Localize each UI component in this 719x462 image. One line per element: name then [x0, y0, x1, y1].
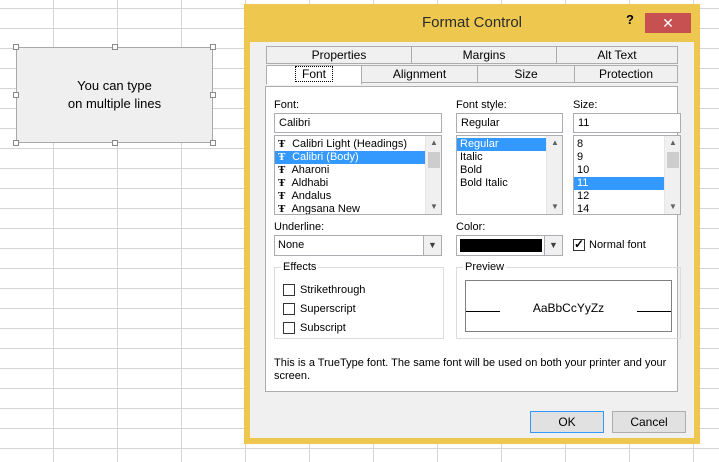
font-name-list[interactable]: Ŧ Calibri Light (Headings) Ŧ Calibri (Bo… [274, 135, 442, 215]
effects-group: Effects Strikethrough Superscript Subscr… [274, 261, 444, 339]
tab-alt-text[interactable]: Alt Text [556, 46, 678, 64]
subscript-checkbox[interactable] [283, 322, 295, 334]
close-icon: ✕ [662, 15, 674, 31]
close-button[interactable]: ✕ [645, 13, 691, 33]
list-item[interactable]: Ŧ Aharoni [275, 164, 441, 177]
preview-sample-text: AaBbCcYyZz [532, 301, 605, 315]
shape-text: You can type on multiple lines [68, 77, 161, 113]
effects-title: Effects [281, 261, 319, 273]
truetype-font-icon: Ŧ [278, 151, 286, 163]
preview-line-right [637, 311, 671, 312]
underline-select[interactable]: None ▼ [274, 235, 442, 256]
scroll-down-icon[interactable]: ▼ [547, 200, 562, 214]
font-label: Font: [274, 99, 300, 111]
help-button[interactable]: ? [622, 12, 638, 28]
list-item[interactable]: Regular [457, 138, 546, 151]
font-description: This is a TrueType font. The same font w… [274, 357, 667, 382]
scroll-down-icon[interactable]: ▼ [665, 200, 680, 214]
truetype-font-icon: Ŧ [278, 203, 286, 215]
list-item[interactable]: Ŧ Angsana New [275, 203, 441, 215]
shape-text-line-1: You can type [77, 78, 152, 93]
superscript-checkbox[interactable] [283, 303, 295, 315]
strikethrough-label: Strikethrough [300, 284, 366, 296]
scroll-up-icon[interactable]: ▲ [547, 136, 562, 150]
resize-handle-bottom-right[interactable] [210, 140, 216, 146]
tab-margins[interactable]: Margins [411, 46, 557, 64]
subscript-label: Subscript [300, 322, 346, 334]
color-label: Color: [456, 221, 486, 233]
size-label: Size: [573, 99, 598, 111]
resize-handle-top[interactable] [112, 44, 118, 50]
resize-handle-bottom-left[interactable] [13, 140, 19, 146]
tab-size[interactable]: Size [477, 65, 575, 83]
chevron-down-icon[interactable]: ▼ [423, 236, 441, 255]
font-style-scrollbar[interactable]: ▲ ▼ [546, 136, 562, 214]
chevron-down-icon[interactable]: ▼ [544, 236, 562, 255]
ok-button[interactable]: OK [530, 411, 604, 433]
superscript-label: Superscript [300, 303, 356, 315]
tab-properties[interactable]: Properties [266, 46, 412, 64]
resize-handle-bottom[interactable] [112, 140, 118, 146]
underline-label: Underline: [274, 221, 325, 233]
normal-font-label: Normal font [589, 239, 646, 251]
font-style-list[interactable]: Regular Italic Bold Bold Italic ▲ ▼ [456, 135, 563, 215]
scroll-thumb[interactable] [667, 152, 679, 168]
list-item[interactable]: Ŧ Calibri (Body) [275, 151, 441, 164]
color-swatch [460, 239, 542, 252]
font-name-input[interactable]: Calibri [274, 113, 442, 133]
scroll-up-icon[interactable]: ▲ [426, 136, 441, 150]
scroll-up-icon[interactable]: ▲ [665, 136, 680, 150]
resize-handle-left[interactable] [13, 92, 19, 98]
tab-alignment[interactable]: Alignment [361, 65, 478, 83]
tab-font[interactable]: Font [266, 65, 362, 85]
size-list-scrollbar[interactable]: ▲ ▼ [664, 136, 680, 214]
dialog-titlebar[interactable]: Format Control ? ✕ [244, 4, 700, 42]
truetype-font-icon: Ŧ [278, 190, 286, 202]
dialog-content: Properties Margins Alt Text Font Alignme… [250, 42, 694, 444]
size-list[interactable]: 8 9 10 11 12 14 ▲ ▼ [573, 135, 681, 215]
font-list-scrollbar[interactable]: ▲ ▼ [425, 136, 441, 214]
preview-title: Preview [463, 261, 507, 273]
underline-select-value: None [278, 239, 305, 251]
scroll-thumb[interactable] [428, 152, 440, 168]
size-input[interactable]: 11 [573, 113, 681, 133]
format-control-dialog: Format Control ? ✕ Properties Margins Al… [244, 4, 700, 444]
scroll-down-icon[interactable]: ▼ [426, 200, 441, 214]
list-item[interactable]: Ŧ Calibri Light (Headings) [275, 138, 441, 151]
resize-handle-top-right[interactable] [210, 44, 216, 50]
list-item[interactable]: 11 [574, 177, 664, 190]
strikethrough-checkbox[interactable] [283, 284, 295, 296]
shape-text-line-2: on multiple lines [67, 96, 162, 111]
font-style-label: Font style: [456, 99, 507, 111]
preview-box: AaBbCcYyZz [465, 280, 672, 332]
truetype-font-icon: Ŧ [278, 138, 286, 150]
resize-handle-top-left[interactable] [13, 44, 19, 50]
tab-protection[interactable]: Protection [574, 65, 678, 83]
truetype-font-icon: Ŧ [278, 164, 286, 176]
font-style-input[interactable]: Regular [456, 113, 563, 133]
color-picker[interactable]: ▼ [456, 235, 563, 256]
font-tab-panel: Font: Calibri Ŧ Calibri Light (Headings)… [265, 86, 681, 392]
list-item[interactable]: Ŧ Andalus [275, 190, 441, 203]
cancel-button[interactable]: Cancel [612, 411, 686, 433]
preview-group: Preview AaBbCcYyZz [456, 261, 681, 339]
truetype-font-icon: Ŧ [278, 177, 286, 189]
list-item[interactable]: Ŧ Aldhabi [275, 177, 441, 190]
normal-font-checkbox[interactable] [573, 237, 585, 251]
text-box-shape[interactable]: You can type on multiple lines [16, 47, 213, 143]
resize-handle-right[interactable] [210, 92, 216, 98]
